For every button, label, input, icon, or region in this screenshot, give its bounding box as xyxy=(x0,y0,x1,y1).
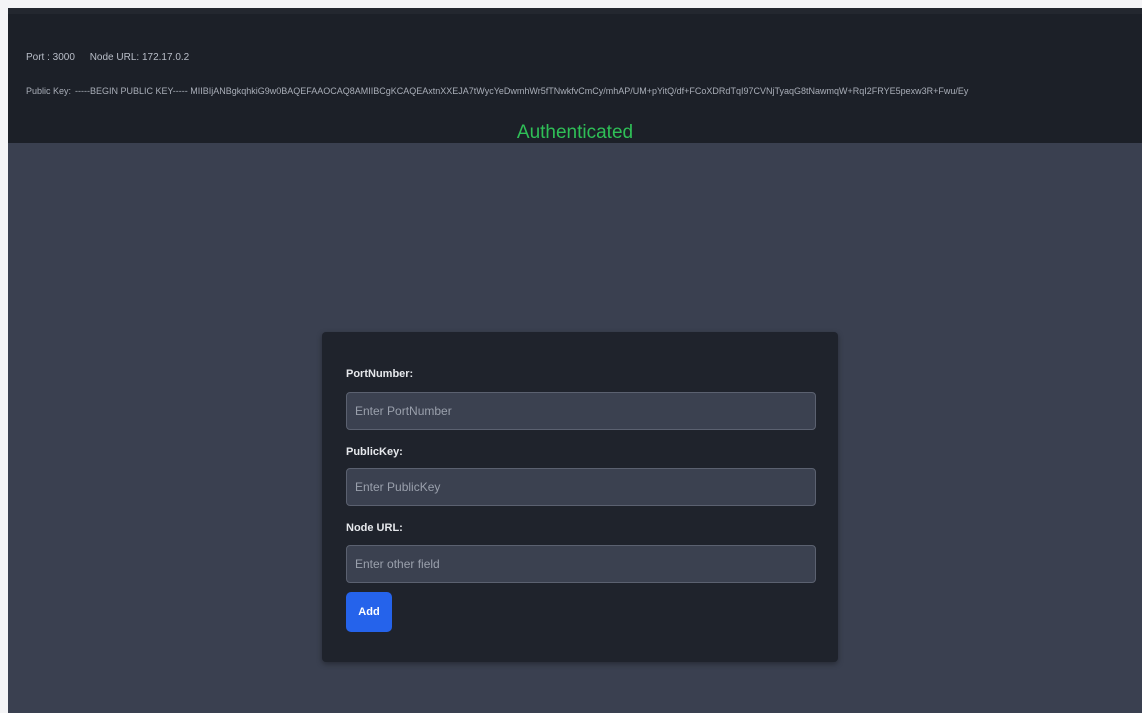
port-number-label: PortNumber: xyxy=(346,368,414,380)
app-window: Port : 3000 Node URL: 172.17.0.2 Public … xyxy=(8,8,1142,713)
node-url-label: Node URL: xyxy=(346,522,403,534)
public-key-value: -----BEGIN PUBLIC KEY----- MIIBIjANBgkqh… xyxy=(75,86,969,96)
node-url-input[interactable] xyxy=(346,545,816,583)
node-meta-row: Port : 3000 Node URL: 172.17.0.2 xyxy=(26,52,201,63)
port-number-input[interactable] xyxy=(346,392,816,430)
public-key-label: Public Key: xyxy=(26,86,72,96)
public-key-field-label: PublicKey: xyxy=(346,446,403,458)
port-text: Port : 3000 xyxy=(26,52,75,63)
add-node-form: PortNumber: PublicKey: Node URL: Add xyxy=(322,332,838,662)
node-url-text: Node URL: 172.17.0.2 xyxy=(89,52,190,63)
public-key-row: Public Key: -----BEGIN PUBLIC KEY----- MI… xyxy=(26,86,1142,96)
add-button[interactable]: Add xyxy=(346,592,392,632)
node-info-header: Port : 3000 Node URL: 172.17.0.2 Public … xyxy=(8,8,1142,143)
auth-status: Authenticated xyxy=(516,122,634,143)
public-key-input[interactable] xyxy=(346,468,816,506)
